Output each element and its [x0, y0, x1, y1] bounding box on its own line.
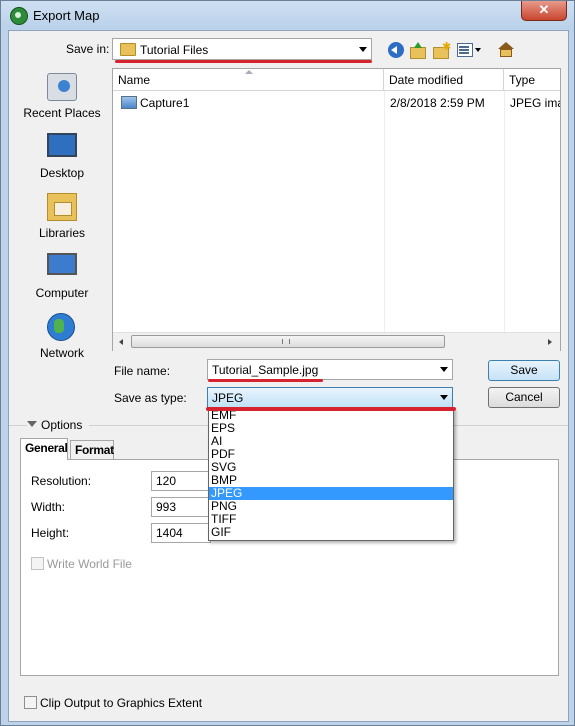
type-option-pdf[interactable]: PDF [209, 448, 453, 461]
type-option-jpeg[interactable]: JPEG [209, 487, 453, 500]
highlight-underline [208, 379, 323, 382]
place-label: Network [39, 346, 84, 360]
sort-arrow-icon [245, 70, 253, 74]
view-menu-icon[interactable] [457, 43, 473, 57]
column-header-label: Name [118, 73, 151, 87]
back-icon[interactable] [388, 42, 404, 58]
type-option-png[interactable]: PNG [209, 500, 453, 513]
column-divider [384, 91, 385, 332]
window-title: Export Map [33, 8, 100, 23]
type-option-gif[interactable]: GIF [209, 526, 453, 539]
options-label: Options [41, 418, 83, 432]
place-label: Computer [35, 286, 89, 300]
clip-output-label: Clip Output to Graphics Extent [40, 696, 203, 710]
column-header-name[interactable]: Name [113, 69, 384, 91]
place-network[interactable]: Network [22, 313, 102, 369]
type-option-eps[interactable]: EPS [209, 422, 453, 435]
folder-icon [120, 43, 136, 56]
file-name: Capture1 [140, 96, 190, 110]
height-label: Height: [31, 526, 70, 540]
column-header-date-modified[interactable]: Date modified [384, 69, 504, 91]
width-field[interactable]: 993 [151, 497, 211, 517]
save-as-type-list[interactable]: EMF EPS AI PDF SVG BMP JPEG PNG TIFF GIF [208, 408, 454, 541]
tab-general[interactable]: General [20, 438, 68, 460]
scroll-right-icon[interactable] [548, 339, 552, 345]
write-world-file-checkbox[interactable] [31, 557, 44, 570]
close-button[interactable]: ✕ [521, 1, 567, 21]
write-world-file-label: Write World File [47, 557, 132, 571]
column-header-label: Type [509, 73, 536, 87]
file-name-field[interactable]: Tutorial_Sample.jpg [207, 359, 453, 380]
place-libraries[interactable]: Libraries [22, 193, 102, 249]
up-folder-icon[interactable] [410, 42, 426, 59]
height-field[interactable]: 1404 [151, 523, 211, 543]
clip-output-checkbox[interactable] [24, 696, 37, 709]
home-icon[interactable] [498, 42, 514, 58]
place-recent-places[interactable]: Recent Places [22, 73, 102, 129]
title-bar[interactable]: Export Map ✕ [1, 1, 574, 29]
scroll-grip-icon [282, 339, 290, 344]
save-as-type-value: JPEG [212, 391, 244, 405]
save-button[interactable]: Save [488, 360, 560, 381]
view-menu-arrow-icon[interactable] [475, 48, 481, 52]
new-folder-icon[interactable]: ✱ [433, 41, 451, 59]
desktop-icon [47, 133, 77, 157]
place-label: Desktop [39, 166, 85, 180]
chevron-down-icon[interactable] [440, 367, 448, 372]
highlight-underline [206, 407, 456, 411]
file-name-value: Tutorial_Sample.jpg [212, 363, 319, 377]
network-icon [47, 313, 75, 341]
type-option-tiff[interactable]: TIFF [209, 513, 453, 526]
computer-icon [47, 253, 77, 275]
save-as-type-label: Save as type: [114, 391, 187, 405]
tab-format[interactable]: Format [70, 440, 114, 460]
column-header-type[interactable]: Type [504, 69, 560, 91]
column-header-label: Date modified [389, 73, 464, 87]
chevron-down-icon [359, 47, 367, 52]
file-type: JPEG imag [510, 96, 560, 110]
chevron-down-icon [440, 395, 448, 400]
save-as-type-dropdown[interactable]: JPEG [207, 387, 453, 408]
place-desktop[interactable]: Desktop [22, 133, 102, 189]
column-divider [504, 91, 505, 332]
type-option-svg[interactable]: SVG [209, 461, 453, 474]
cancel-button[interactable]: Cancel [488, 387, 560, 408]
dialog-body: Save in: Tutorial Files ✱ Recent Places … [8, 30, 569, 722]
file-name-label: File name: [114, 364, 171, 378]
chevron-down-icon [27, 421, 37, 427]
save-in-dropdown[interactable]: Tutorial Files [112, 38, 372, 60]
resolution-label: Resolution: [31, 474, 92, 488]
recent-places-icon [47, 73, 77, 101]
type-option-bmp[interactable]: BMP [209, 474, 453, 487]
file-row[interactable]: Capture1 2/8/2018 2:59 PM JPEG imag [113, 94, 560, 112]
file-date: 2/8/2018 2:59 PM [390, 96, 485, 110]
places-bar: Recent Places Desktop Libraries Computer… [22, 68, 102, 368]
place-label: Recent Places [23, 106, 101, 120]
file-list[interactable]: Name Date modified Type Capture1 2/8/201… [112, 68, 561, 351]
scroll-thumb[interactable] [131, 335, 445, 348]
resolution-field[interactable]: 120 [151, 471, 211, 491]
image-file-icon [121, 96, 137, 109]
libraries-icon [47, 193, 77, 221]
options-toggle[interactable]: Options [27, 418, 89, 432]
place-label: Libraries [38, 226, 86, 240]
place-computer[interactable]: Computer [22, 253, 102, 309]
width-label: Width: [31, 500, 66, 514]
save-in-value: Tutorial Files [140, 43, 209, 57]
horizontal-scrollbar[interactable] [113, 332, 560, 351]
qgis-app-icon [10, 7, 28, 25]
save-in-label: Save in: [66, 42, 110, 56]
highlight-underline [115, 60, 372, 63]
type-option-ai[interactable]: AI [209, 435, 453, 448]
export-map-window: Export Map ✕ Save in: Tutorial Files ✱ R… [0, 0, 575, 726]
scroll-left-icon[interactable] [119, 339, 123, 345]
